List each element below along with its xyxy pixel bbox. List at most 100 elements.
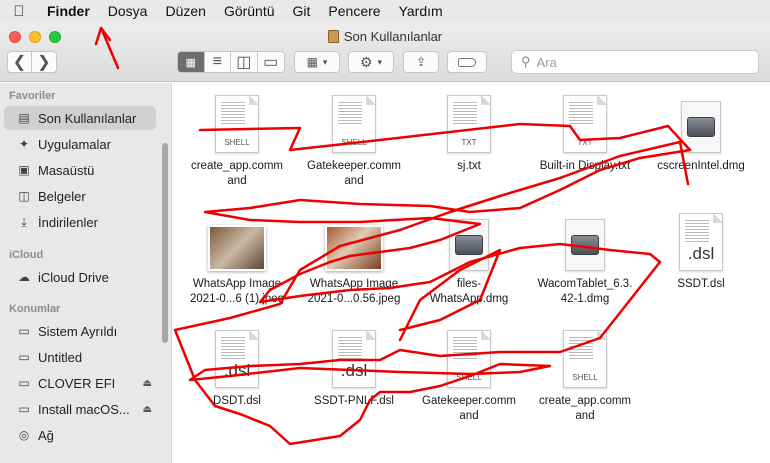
- applications-icon: ✦: [18, 137, 30, 151]
- menu-dosya[interactable]: Dosya: [99, 3, 157, 19]
- file-item[interactable]: files- WhatsApp.dmg: [409, 207, 529, 307]
- sidebar-item-icloud-drive[interactable]: ☁ iCloud Drive: [4, 265, 156, 289]
- sidebar-item-label: Sistem Ayrıldı: [38, 323, 118, 339]
- disk-image-icon: [449, 219, 489, 271]
- sidebar-item-label: Son Kullanılanlar: [38, 110, 137, 126]
- action-button[interactable]: ⚙ ▾: [348, 51, 394, 73]
- recents-icon: ▤: [18, 111, 30, 125]
- file-thumbnail: TXT: [447, 89, 491, 153]
- file-name: cscreenIntel.dmg: [657, 160, 745, 172]
- file-item[interactable]: TXT sj.txt: [409, 89, 529, 174]
- eject-icon[interactable]: ⏏: [143, 378, 152, 389]
- file-thumbnail: .dsl: [679, 207, 723, 271]
- sidebar-item-clover-efi[interactable]: ▭ CLOVER EFI ⏏: [4, 371, 156, 395]
- gear-icon: ⚙: [359, 53, 373, 70]
- sidebar-item-desktop[interactable]: ▣ Masaüstü: [4, 158, 156, 182]
- file-name: Gatekeeper.comm and: [422, 395, 516, 422]
- dsl-file-icon: .dsl: [679, 213, 723, 271]
- file-thumbnail: TXT: [563, 89, 607, 153]
- sidebar-item-label: Untitled: [38, 349, 83, 365]
- icon-view-icon: ▦: [185, 56, 196, 69]
- file-name: create_app.comm and: [190, 160, 284, 187]
- gallery-view-button[interactable]: ▭: [258, 52, 284, 72]
- window-title: Son Kullanılanlar: [0, 29, 770, 44]
- file-item[interactable]: WhatsApp Image 2021-0...6 (1).jpeg: [177, 207, 297, 307]
- photo-thumbnail-icon: [325, 225, 383, 271]
- menu-git[interactable]: Git: [284, 3, 320, 19]
- sidebar-item-label: Uygulamalar: [38, 136, 111, 152]
- file-name: SSDT-PNLF.dsl: [314, 395, 394, 407]
- shell-script-icon: SHELL: [447, 330, 491, 388]
- documents-icon: ◫: [18, 189, 30, 203]
- menu-finder[interactable]: Finder: [38, 3, 99, 19]
- downloads-icon: ⤓: [21, 214, 27, 229]
- sidebar-section-favorites: Favoriler: [9, 90, 56, 102]
- disk-image-icon: [681, 101, 721, 153]
- sidebar-item-downloads[interactable]: ⤓ İndirilenler: [4, 210, 156, 234]
- file-item[interactable]: SHELL create_app.comm and: [177, 89, 297, 189]
- sidebar-scrollbar[interactable]: [162, 143, 168, 343]
- eject-icon[interactable]: ⏏: [143, 404, 152, 415]
- menu-duzen[interactable]: Düzen: [156, 3, 214, 19]
- sidebar: Favoriler ▤ Son Kullanılanlar ✦ Uygulama…: [0, 83, 172, 463]
- file-item[interactable]: WacomTablet_6.3. 42-1.dmg: [525, 207, 645, 307]
- dsl-file-icon: .dsl: [215, 330, 259, 388]
- list-view-button[interactable]: ≡: [205, 52, 231, 72]
- menu-pencere[interactable]: Pencere: [319, 3, 389, 19]
- sidebar-item-install-macos[interactable]: ▭ Install macOS... ⏏: [4, 397, 156, 421]
- menu-goruntu[interactable]: Görüntü: [215, 3, 284, 19]
- back-button[interactable]: ❮: [8, 52, 32, 72]
- file-thumbnail: SHELL: [215, 89, 259, 153]
- search-field[interactable]: ⚲: [511, 50, 759, 74]
- file-name: create_app.comm and: [538, 395, 632, 422]
- apple-logo-icon[interactable]: : [0, 3, 38, 20]
- file-name: files- WhatsApp.dmg: [429, 278, 509, 305]
- sidebar-item-label: Install macOS...: [38, 401, 130, 417]
- finder-window: Son Kullanılanlar ❮ ❯ ▦ ≡ ◫ ▭ ▦ ▾ ⚙ ▾ ⇪ ⚲ …: [0, 22, 770, 463]
- menu-bar:  Finder Dosya Düzen Görüntü Git Pencere…: [0, 0, 770, 22]
- icon-view-button[interactable]: ▦: [178, 52, 205, 72]
- column-view-button[interactable]: ◫: [231, 52, 258, 72]
- sidebar-item-label: Masaüstü: [38, 162, 95, 178]
- grid-group-icon: ▦: [306, 55, 318, 69]
- disk-icon: ▭: [18, 376, 30, 390]
- sidebar-item-applications[interactable]: ✦ Uygulamalar: [4, 132, 156, 156]
- search-input[interactable]: [536, 54, 737, 70]
- file-item[interactable]: SHELL Gatekeeper.comm and: [409, 324, 529, 424]
- sidebar-section-locations: Konumlar: [9, 303, 61, 315]
- file-thumbnail: SHELL: [447, 324, 491, 388]
- network-icon: ◎: [18, 428, 30, 442]
- menu-yardim[interactable]: Yardım: [390, 3, 452, 19]
- sidebar-item-recents[interactable]: ▤ Son Kullanılanlar: [4, 106, 156, 130]
- file-item[interactable]: WhatsApp Image 2021-0...0.56.jpeg: [294, 207, 414, 307]
- file-item[interactable]: TXT Built-in Display.txt: [525, 89, 645, 174]
- share-button[interactable]: ⇪: [403, 51, 439, 73]
- sidebar-item-untitled[interactable]: ▭ Untitled: [4, 345, 156, 369]
- search-icon: ⚲: [521, 54, 531, 69]
- desktop-icon: ▣: [18, 163, 30, 177]
- disk-icon: ▭: [18, 350, 30, 364]
- sidebar-item-label: CLOVER EFI: [38, 375, 116, 391]
- group-button[interactable]: ▦ ▾: [294, 51, 340, 73]
- file-item[interactable]: SHELL Gatekeeper.comm and: [294, 89, 414, 189]
- text-file-icon: TXT: [447, 95, 491, 153]
- file-item[interactable]: .dsl SSDT.dsl: [641, 207, 761, 292]
- sidebar-item-sistem-ayrildi[interactable]: ▭ Sistem Ayrıldı: [4, 319, 156, 343]
- file-thumbnail: [681, 89, 721, 153]
- forward-button[interactable]: ❯: [32, 52, 56, 72]
- disk-icon: ▭: [18, 324, 30, 338]
- file-thumbnail: SHELL: [563, 324, 607, 388]
- file-name: Built-in Display.txt: [539, 160, 631, 172]
- file-thumbnail: [325, 207, 383, 271]
- sidebar-item-documents[interactable]: ◫ Belgeler: [4, 184, 156, 208]
- file-name: SSDT.dsl: [677, 278, 725, 290]
- file-item[interactable]: .dsl SSDT-PNLF.dsl: [294, 324, 414, 409]
- file-name: WhatsApp Image 2021-0...0.56.jpeg: [307, 278, 401, 305]
- sidebar-item-network[interactable]: ◎ Ağ: [4, 423, 156, 447]
- file-item[interactable]: SHELL create_app.comm and: [525, 324, 645, 424]
- sidebar-item-label: Belgeler: [38, 188, 86, 204]
- file-item[interactable]: cscreenIntel.dmg: [641, 89, 761, 174]
- tags-button[interactable]: [447, 51, 487, 73]
- chevron-left-icon: ❮: [12, 54, 27, 71]
- file-item[interactable]: .dsl DSDT.dsl: [177, 324, 297, 409]
